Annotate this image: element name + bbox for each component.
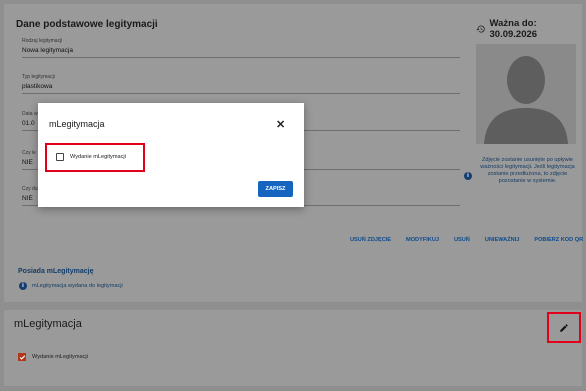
field-label: Typ legitymacji <box>22 74 55 80</box>
field-value: plastikowa <box>22 83 53 90</box>
save-button[interactable]: ZAPISZ <box>258 181 293 197</box>
photo-note: i Zdjęcie zostanie usunięte po upływie w… <box>464 157 579 185</box>
action-bar: USUŃ ZDJĘCIE MODYFIKUJ USUŃ UNIEWAŻNIJ P… <box>350 237 586 243</box>
valid-until: Ważna do: 30.09.2026 <box>476 18 582 40</box>
pencil-icon <box>560 323 568 332</box>
photo-note-text: Zdjęcie zostanie usunięte po upływie waż… <box>480 157 575 184</box>
checkbox-unchecked[interactable] <box>56 153 64 161</box>
mleg-dialog: mLegitymacja ✕ Wydanie mLegitymacji ZAPI… <box>38 103 304 207</box>
highlight-box: Wydanie mLegitymacji <box>45 143 145 172</box>
modify-button[interactable]: MODYFIKUJ <box>406 237 439 243</box>
mleg-checkbox-row[interactable]: Wydanie mLegitymacji <box>18 353 88 361</box>
person-silhouette-icon <box>484 56 568 144</box>
mleg-card: mLegitymacja Wydanie mLegitymacji <box>4 310 582 386</box>
info-icon: i <box>464 172 472 180</box>
checkbox-checked[interactable] <box>18 353 26 361</box>
field-card-type[interactable]: Typ legitymacji plastikowa <box>22 74 460 94</box>
delete-button[interactable]: USUŃ <box>454 237 470 243</box>
checkbox-label: Wydanie mLegitymacji <box>32 354 88 360</box>
mleg-heading: Posiada mLegitymację <box>18 268 94 275</box>
valid-until-text: Ważna do: 30.09.2026 <box>489 18 538 40</box>
card-title: Dane podstawowe legitymacji <box>16 19 158 30</box>
invalidate-button[interactable]: UNIEWAŻNIJ <box>485 237 520 243</box>
checkbox-label: Wydanie mLegitymacji <box>70 154 126 160</box>
field-card-kind[interactable]: Rodzaj legitymacji Nowa legitymacja <box>22 38 460 58</box>
close-icon[interactable]: ✕ <box>276 118 285 131</box>
edit-button[interactable] <box>547 312 581 343</box>
field-value: Nowa legitymacja <box>22 47 73 54</box>
dialog-title: mLegitymacja <box>49 119 105 129</box>
dialog-checkbox-row[interactable]: Wydanie mLegitymacji <box>56 153 126 161</box>
mleg-info-text: mLegitymacja wydana do legitymacji <box>32 283 123 289</box>
delete-photo-button[interactable]: USUŃ ZDJĘCIE <box>350 237 391 243</box>
info-icon: i <box>19 282 27 290</box>
mleg-card-title: mLegitymacja <box>14 318 82 330</box>
check-icon <box>19 354 25 360</box>
mleg-info: i mLegitymacja wydana do legitymacji <box>19 282 123 290</box>
history-icon <box>476 25 485 33</box>
avatar-placeholder <box>476 44 576 144</box>
download-qr-button[interactable]: POBIERZ KOD QR <box>534 237 583 243</box>
field-label: Rodzaj legitymacji <box>22 38 63 44</box>
